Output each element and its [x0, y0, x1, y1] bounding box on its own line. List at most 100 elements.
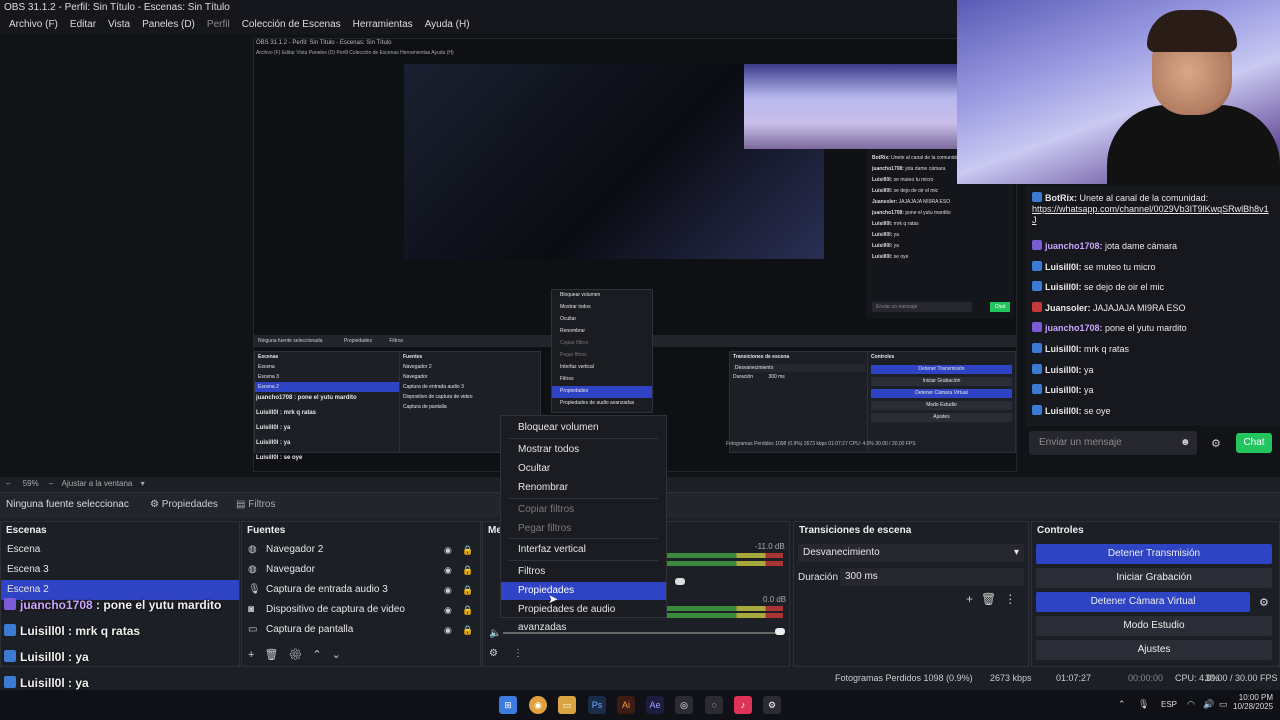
context-menu-item[interactable]: Ocultar — [501, 460, 666, 478]
add-icon[interactable]: + — [966, 592, 981, 606]
source-item[interactable]: 🎙 Captura de entrada audio 3 ◉ 🔒 — [242, 580, 480, 600]
control-button[interactable]: Ajustes — [1036, 640, 1272, 660]
speaker-icon[interactable]: 🔈 — [489, 628, 501, 639]
transition-select[interactable]: Desvanecimiento ▾ — [798, 544, 1024, 562]
context-menu-item[interactable]: Filtros — [501, 563, 666, 581]
chat-settings-gear-icon[interactable]: ⚙ — [1211, 437, 1221, 450]
nested-chat-input: Enviar un mensaje — [872, 302, 972, 312]
zoom-value[interactable]: 59% — [23, 479, 39, 488]
menu-item[interactable]: Paneles (D) — [137, 16, 200, 34]
chat-username[interactable]: Luisill0l: — [1045, 282, 1082, 292]
chat-username[interactable]: juancho1708: — [1045, 241, 1103, 251]
lock-icon[interactable]: 🔒 — [462, 620, 473, 640]
context-menu-item[interactable]: Interfaz vertical — [501, 541, 666, 559]
lock-icon[interactable]: 🔒 — [462, 560, 473, 580]
context-menu-item[interactable]: Bloquear volumen — [501, 419, 666, 437]
menu-item[interactable]: Vista — [103, 16, 135, 34]
after-effects-icon[interactable]: Ae — [646, 696, 664, 714]
windows-start-icon[interactable]: ⊞ — [499, 696, 517, 714]
folder-icon[interactable]: ▭ — [558, 696, 576, 714]
illustrator-icon[interactable]: Ai — [617, 696, 635, 714]
chat-send-button[interactable]: Chat — [1236, 433, 1272, 453]
context-menu-item[interactable]: Propiedades de audio avanzadas — [501, 601, 666, 633]
lock-icon[interactable]: 🔒 — [462, 580, 473, 600]
chrome-icon[interactable]: ◉ — [529, 696, 547, 714]
dash-icon[interactable]: – — [49, 479, 53, 488]
menu-item[interactable]: Editar — [65, 16, 101, 34]
chat-username[interactable]: juancho1708: — [1045, 323, 1103, 333]
add-icon[interactable]: + — [248, 649, 264, 661]
chat-username[interactable]: BotRix: — [1045, 193, 1077, 203]
emoji-icon[interactable]: ☻ — [1180, 437, 1191, 448]
wifi-icon[interactable]: ◠ — [1187, 699, 1195, 710]
chat-link[interactable]: https://whatsapp.com/channel/0029Vb3IT9l… — [1032, 204, 1269, 225]
volume-slider-handle[interactable] — [775, 628, 785, 635]
menu-item[interactable]: Archivo (F) — [4, 16, 63, 34]
nested-context-item: Pegar filtros — [560, 352, 587, 358]
properties-tab[interactable]: ⚙ Propiedades — [150, 499, 218, 510]
more-icon[interactable]: ⋮ — [513, 648, 523, 659]
chat-username[interactable]: Luisill0l: — [1045, 385, 1082, 395]
chat-username[interactable]: Luisill0l: — [1045, 406, 1082, 416]
context-menu-item[interactable]: Renombrar — [501, 479, 666, 497]
more-icon[interactable]: ⋮ — [1004, 592, 1024, 606]
gear-icon[interactable]: ⚙ — [288, 649, 312, 661]
zoom-fit[interactable]: Ajustar a la ventana — [62, 479, 133, 488]
chat-input[interactable]: Enviar un mensaje — [1029, 431, 1197, 455]
obs-icon[interactable]: ◎ — [675, 696, 693, 714]
chevron-up-icon[interactable]: ⌃ — [1118, 699, 1126, 710]
lock-icon[interactable]: 🔒 — [462, 540, 473, 560]
eye-icon[interactable]: ◉ — [444, 580, 452, 600]
menu-item[interactable]: Herramientas — [348, 16, 418, 34]
chat-username[interactable]: Luisill0l: — [1045, 344, 1082, 354]
chat-username[interactable]: Juansoler: — [1045, 303, 1091, 313]
nested-control-button: Modo Estudio — [871, 401, 1012, 410]
source-item[interactable]: ◍ Navegador ◉ 🔒 — [242, 560, 480, 580]
obs-second-icon[interactable]: ◌ — [705, 696, 723, 714]
eye-icon[interactable]: ◉ — [444, 600, 452, 620]
eye-icon[interactable]: ◉ — [444, 560, 452, 580]
down-icon[interactable]: ⌄ — [332, 649, 351, 661]
eye-icon[interactable]: ◉ — [444, 620, 452, 640]
context-menu-item[interactable]: Propiedades — [501, 582, 666, 600]
eye-icon[interactable]: ◉ — [444, 540, 452, 560]
lock-icon[interactable]: 🔒 — [462, 600, 473, 620]
mixer-settings-icon[interactable]: ⚙ — [489, 648, 498, 659]
source-item[interactable]: ◍ Navegador 2 ◉ 🔒 — [242, 540, 480, 560]
source-item[interactable]: ◙ Dispositivo de captura de video ◉ 🔒 — [242, 600, 480, 620]
trash-icon[interactable]: 🗑 — [264, 649, 288, 661]
mic-icon[interactable]: 🎙 — [1138, 699, 1149, 710]
scene-item[interactable]: Escena — [1, 540, 239, 560]
volume-slider-handle[interactable] — [675, 578, 685, 585]
source-label: Navegador 2 — [266, 544, 324, 555]
chevron-down-icon[interactable]: ▾ — [141, 479, 145, 488]
clock-time: 10:00 PM — [1238, 693, 1273, 702]
properties-label: Propiedades — [161, 499, 218, 510]
settings-icon[interactable]: ⚙ — [763, 696, 781, 714]
clock[interactable]: 10:00 PM 10/28/2025 — [1233, 693, 1273, 711]
chat-username[interactable]: Luisill0l: — [1045, 365, 1082, 375]
app-icon[interactable]: ♪ — [734, 696, 752, 714]
menu-item[interactable]: Perfil — [202, 16, 235, 34]
overlay-text: : pone el yutu mardito — [92, 598, 222, 612]
photoshop-icon[interactable]: Ps — [588, 696, 606, 714]
filters-tab[interactable]: ▤ Filtros — [236, 499, 275, 510]
language-indicator[interactable]: ESP — [1161, 700, 1177, 709]
up-icon[interactable]: ⌃ — [312, 649, 331, 661]
trash-icon[interactable]: 🗑 — [981, 592, 1004, 606]
control-button[interactable]: Modo Estudio — [1036, 616, 1272, 636]
scene-item[interactable]: Escena 3 — [1, 560, 239, 580]
control-button[interactable]: Detener Transmisión — [1036, 544, 1272, 564]
menu-item[interactable]: Ayuda (H) — [420, 16, 475, 34]
source-item[interactable]: ▭ Captura de pantalla ◉ 🔒 — [242, 620, 480, 640]
control-button[interactable]: Detener Cámara Virtual — [1036, 592, 1250, 612]
dash-icon[interactable]: – — [6, 479, 10, 488]
volume-icon[interactable]: 🔊 — [1203, 699, 1214, 710]
virtual-camera-settings-gear-icon[interactable]: ⚙ — [1259, 596, 1269, 609]
battery-icon[interactable]: ▭ — [1219, 699, 1228, 710]
duration-stepper[interactable]: 300 ms — [840, 568, 1024, 586]
menu-item[interactable]: Colección de Escenas — [237, 16, 346, 34]
control-button[interactable]: Iniciar Grabación — [1036, 568, 1272, 588]
chat-username[interactable]: Luisill0l: — [1045, 262, 1082, 272]
context-menu-item[interactable]: Mostrar todos — [501, 441, 666, 459]
